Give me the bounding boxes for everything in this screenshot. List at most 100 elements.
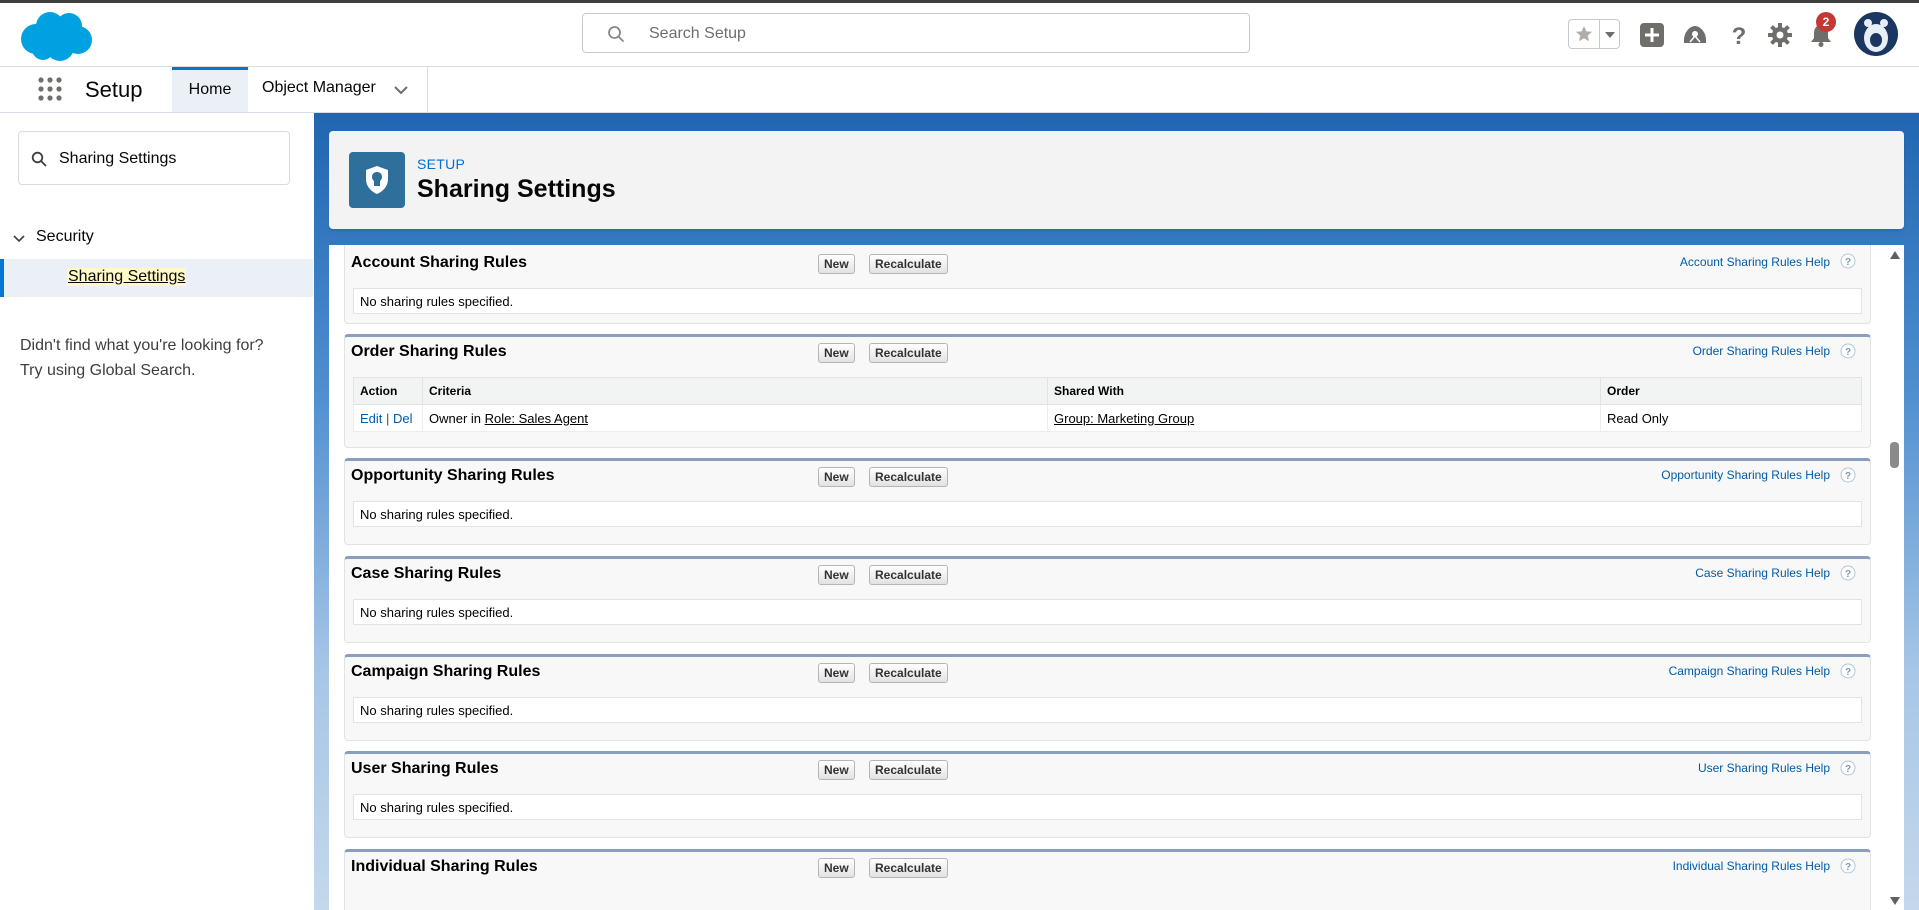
sidebar-item-label[interactable]: Sharing Settings: [67, 268, 187, 286]
star-icon[interactable]: [1574, 24, 1594, 44]
page-header: SETUP Sharing Settings: [329, 131, 1904, 229]
new-button[interactable]: New: [818, 663, 855, 683]
help-link[interactable]: Campaign Sharing Rules Help: [1669, 664, 1830, 678]
empty-text: No sharing rules specified.: [360, 507, 514, 522]
help-link[interactable]: Individual Sharing Rules Help: [1673, 859, 1830, 873]
svg-text:?: ?: [1845, 347, 1851, 358]
empty-text: No sharing rules specified.: [360, 294, 514, 309]
svg-text:?: ?: [1845, 471, 1851, 482]
sidebar-item-sharing-settings[interactable]: Sharing Settings: [0, 259, 313, 297]
action-cell: Edit | Del: [353, 404, 423, 432]
section-title: Opportunity Sharing Rules: [351, 467, 555, 484]
avatar[interactable]: [1854, 12, 1898, 56]
section-order-sharing-rules: Order Sharing Rules New Recalculate Orde…: [344, 334, 1871, 448]
new-button[interactable]: New: [818, 858, 855, 878]
search-icon: [31, 151, 47, 167]
tab-object-manager[interactable]: Object Manager: [248, 67, 428, 112]
section-title: Campaign Sharing Rules: [351, 663, 541, 680]
new-button[interactable]: New: [818, 760, 855, 780]
empty-row: No sharing rules specified.: [353, 288, 1862, 314]
hint-text-line1: Didn't find what you're looking for?: [20, 337, 264, 354]
new-button[interactable]: New: [818, 565, 855, 585]
help-icon[interactable]: ?: [1840, 467, 1856, 483]
table-row: Edit | Del Owner in Role: Sales Agent Gr…: [353, 404, 1862, 432]
recalculate-button[interactable]: Recalculate: [869, 343, 948, 363]
quick-find-input[interactable]: [57, 147, 281, 171]
edit-link[interactable]: Edit: [360, 411, 382, 426]
search-input[interactable]: [647, 22, 1231, 46]
quick-find-box[interactable]: [18, 131, 290, 185]
app-title: Setup: [85, 77, 143, 102]
help-link[interactable]: Account Sharing Rules Help: [1680, 255, 1830, 269]
help-icon[interactable]: ?: [1725, 21, 1753, 49]
help-link[interactable]: User Sharing Rules Help: [1698, 761, 1830, 775]
search-setup-box[interactable]: [582, 13, 1250, 53]
trailhead-icon[interactable]: [1681, 21, 1709, 49]
chevron-down-icon[interactable]: [392, 81, 410, 99]
help-link[interactable]: Case Sharing Rules Help: [1695, 566, 1830, 580]
svg-text:?: ?: [1732, 23, 1747, 49]
recalculate-button[interactable]: Recalculate: [869, 858, 948, 878]
breadcrumb[interactable]: SETUP: [417, 156, 465, 172]
scroll-down-icon[interactable]: [1890, 897, 1900, 905]
shared-with-link[interactable]: Group: Marketing Group: [1054, 411, 1194, 426]
page-header-icon: [349, 152, 405, 208]
main-content-area: SETUP Sharing Settings Account Sharing R…: [314, 113, 1919, 910]
recalculate-button[interactable]: Recalculate: [869, 760, 948, 780]
scroll-up-icon[interactable]: [1890, 251, 1900, 259]
section-title: User Sharing Rules: [351, 760, 499, 777]
help-icon[interactable]: ?: [1840, 343, 1856, 359]
help-icon[interactable]: ?: [1840, 663, 1856, 679]
help-link[interactable]: Order Sharing Rules Help: [1693, 344, 1830, 358]
add-icon[interactable]: [1638, 21, 1666, 49]
global-header: ? 2: [0, 3, 1919, 67]
empty-row: No sharing rules specified.: [353, 501, 1862, 527]
shared-with-cell: Group: Marketing Group: [1047, 404, 1601, 432]
recalculate-button[interactable]: Recalculate: [869, 254, 948, 274]
favorites-button[interactable]: [1568, 19, 1620, 49]
recalculate-button[interactable]: Recalculate: [869, 565, 948, 585]
help-link[interactable]: Opportunity Sharing Rules Help: [1661, 468, 1830, 482]
svg-text:?: ?: [1845, 764, 1851, 775]
svg-text:?: ?: [1845, 257, 1851, 268]
salesforce-cloud-logo[interactable]: [18, 9, 94, 63]
svg-text:?: ?: [1845, 667, 1851, 678]
criteria-role-link[interactable]: Role: Sales Agent: [485, 411, 588, 426]
svg-text:?: ?: [1845, 569, 1851, 580]
section-individual-sharing-rules: Individual Sharing Rules New Recalculate…: [344, 849, 1871, 910]
recalculate-button[interactable]: Recalculate: [869, 467, 948, 487]
hint-text-line2: Try using Global Search.: [20, 362, 196, 379]
setup-sidebar: Security Sharing Settings Didn't find wh…: [0, 113, 315, 910]
help-icon[interactable]: ?: [1840, 253, 1856, 269]
help-icon[interactable]: ?: [1840, 858, 1856, 874]
delete-link[interactable]: Del: [393, 411, 413, 426]
search-icon: [608, 26, 624, 42]
empty-row: No sharing rules specified.: [353, 794, 1862, 820]
new-button[interactable]: New: [818, 467, 855, 487]
empty-row: No sharing rules specified.: [353, 599, 1862, 625]
chevron-down-icon[interactable]: [12, 232, 26, 246]
recalculate-button[interactable]: Recalculate: [869, 663, 948, 683]
section-case-sharing-rules: Case Sharing Rules New Recalculate Case …: [344, 556, 1871, 643]
scrollbar-thumb[interactable]: [1890, 442, 1899, 468]
tab-home[interactable]: Home: [172, 67, 248, 112]
sharing-rules-content: Account Sharing Rules New Recalculate Ac…: [329, 245, 1904, 910]
section-campaign-sharing-rules: Campaign Sharing Rules New Recalculate C…: [344, 654, 1871, 741]
waffle-icon[interactable]: [36, 75, 64, 103]
favorites-menu-button[interactable]: [1599, 20, 1620, 48]
column-header: Shared With: [1047, 377, 1601, 405]
action-separator: |: [386, 410, 390, 426]
new-button[interactable]: New: [818, 254, 855, 274]
new-button[interactable]: New: [818, 343, 855, 363]
help-icon[interactable]: ?: [1840, 565, 1856, 581]
column-header: Action: [353, 377, 423, 405]
access-cell: Read Only: [1600, 404, 1862, 432]
gear-icon[interactable]: [1766, 21, 1794, 49]
section-title: Account Sharing Rules: [351, 254, 528, 271]
column-header: Order: [1600, 377, 1862, 405]
order-rules-table: Action Criteria Shared With Order Edit |…: [353, 377, 1862, 432]
section-opportunity-sharing-rules: Opportunity Sharing Rules New Recalculat…: [344, 458, 1871, 545]
content-scrollbar[interactable]: [1886, 245, 1904, 910]
shield-icon: [366, 166, 388, 194]
help-icon[interactable]: ?: [1840, 760, 1856, 776]
